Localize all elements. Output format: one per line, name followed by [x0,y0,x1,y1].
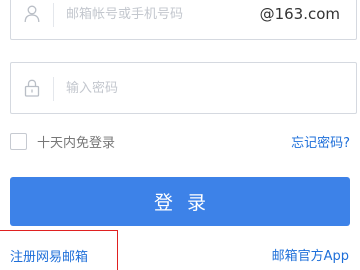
username-field[interactable]: @163.com [10,0,357,40]
email-domain-suffix: @163.com [259,5,340,23]
remember-label: 十天内免登录 [37,135,116,151]
username-input[interactable] [66,0,256,39]
lock-icon [24,79,40,97]
password-input[interactable] [66,63,336,113]
user-icon [24,5,40,23]
register-link[interactable]: 注册网易邮箱 [10,246,88,265]
password-field[interactable] [10,62,357,114]
remember-me[interactable]: 十天内免登录 [10,131,115,151]
forgot-password-link[interactable]: 忘记密码? [291,132,350,151]
register-highlight-box: 注册网易邮箱 [0,230,118,270]
login-form: @163.com 十天内免登录 忘记密码? 登录 注册网易邮箱 邮箱官方App [0,0,360,270]
login-button[interactable]: 登录 [10,177,350,226]
official-app-link[interactable]: 邮箱官方App [272,245,349,264]
field-divider [53,3,54,27]
remember-checkbox[interactable] [10,132,27,150]
field-divider [53,77,54,101]
